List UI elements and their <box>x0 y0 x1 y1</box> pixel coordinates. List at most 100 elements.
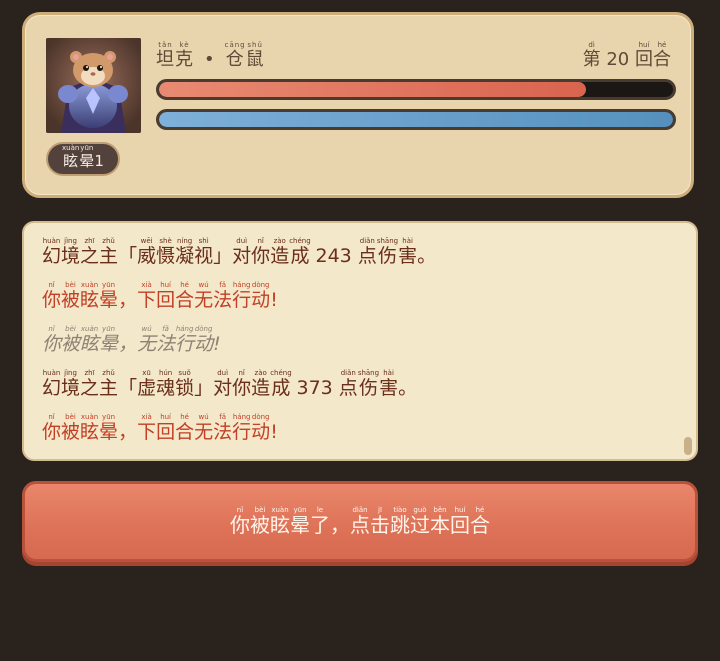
round-prefix: 第dì <box>582 41 601 71</box>
ruby-char: 行háng <box>175 325 195 356</box>
ruby-char: 无wú <box>194 413 214 444</box>
ruby-char: 击jī <box>370 506 390 538</box>
ruby-char: 晕yūn <box>99 325 119 356</box>
text-fragment: ! <box>213 333 221 355</box>
ruby-char: 之zhī <box>80 237 100 268</box>
text-fragment: ， <box>118 421 138 443</box>
ruby-char: 第dì <box>582 41 601 71</box>
ruby-char: 被bèi <box>61 325 81 356</box>
stun-status-label: 眩xuàn晕yūn1 <box>62 144 104 171</box>
mp-bar <box>156 109 676 130</box>
ruby-char: 眩xuàn <box>270 506 290 538</box>
ruby-char: 被bèi <box>61 413 81 444</box>
ruby-char: 克kè <box>175 41 194 71</box>
ruby-char: 造zào <box>251 369 271 400</box>
ruby-char: 回huí <box>450 506 470 538</box>
text-fragment: 。 <box>417 245 437 267</box>
ruby-char: 晕yūn <box>79 144 95 171</box>
ruby-char: 无wú <box>194 281 214 312</box>
ruby-char: 法fǎ <box>213 281 233 312</box>
ruby-char: 跳tiào <box>390 506 410 538</box>
text-fragment: 」 <box>194 377 214 399</box>
ruby-char: 动dòng <box>194 325 214 356</box>
text-fragment: ! <box>270 421 278 443</box>
ruby-char: 点diǎn <box>338 369 358 400</box>
ruby-char: 主zhǔ <box>99 369 119 400</box>
ruby-char: 你nǐ <box>42 413 62 444</box>
ruby-char: 本běn <box>430 506 450 538</box>
round-counter: 第dì 20 回huí合hé <box>583 41 671 71</box>
text-fragment: 243 <box>309 245 358 267</box>
ruby-char: 威wēi <box>137 237 157 268</box>
skip-turn-label: 你nǐ被bèi眩xuàn晕yūn了le，点diǎn击jī跳tiào过guò本bě… <box>25 506 695 538</box>
ruby-char: 眩xuàn <box>62 144 80 171</box>
ruby-char: 被bèi <box>250 506 270 538</box>
ruby-char: 动dòng <box>251 281 271 312</box>
ruby-char: 点diǎn <box>350 506 370 538</box>
stun-status-badge: 眩xuàn晕yūn1 <box>46 142 120 176</box>
log-line: 你nǐ被bèi眩xuàn晕yūn，无wú法fǎ行háng动dòng! <box>42 325 221 356</box>
ruby-char: 幻huàn <box>42 369 62 400</box>
ruby-char: 你nǐ <box>42 325 62 356</box>
ruby-char: 视shì <box>194 237 214 268</box>
ruby-char: 造zào <box>270 237 290 268</box>
text-fragment: ， <box>330 513 350 537</box>
text-fragment: 373 <box>290 377 339 399</box>
skip-turn-button[interactable]: 你nǐ被bèi眩xuàn晕yūn了le，点diǎn击jī跳tiào过guò本bě… <box>22 481 698 562</box>
ruby-char: 合hé <box>470 506 490 538</box>
ruby-char: 害hài <box>398 237 418 268</box>
name-separator: • <box>204 49 216 70</box>
ruby-char: 凝níng <box>175 237 195 268</box>
ruby-char: 回huí <box>635 41 653 71</box>
text-fragment: ， <box>118 333 138 355</box>
ruby-char: 主zhǔ <box>99 237 119 268</box>
ruby-char: 你nǐ <box>230 506 250 538</box>
ruby-char: 动dòng <box>251 413 271 444</box>
ruby-char: 合hé <box>653 41 671 71</box>
ruby-char: 成chéng <box>289 237 311 268</box>
round-number: 20 <box>606 49 630 70</box>
text-fragment: ， <box>118 289 138 311</box>
ruby-char: 你nǐ <box>251 237 271 268</box>
text-fragment: 。 <box>398 377 418 399</box>
log-line: 幻huàn境jìng之zhī主zhǔ「威wēi慑shè凝níng视shì」对du… <box>42 237 437 268</box>
ruby-char: 眩xuàn <box>80 413 100 444</box>
ruby-char: 回huí <box>156 413 176 444</box>
ruby-char: 下xià <box>137 281 157 312</box>
log-line: 幻huàn境jìng之zhī主zhǔ「虚xū魂hún锁suǒ」对duì你nǐ造z… <box>42 369 418 400</box>
ruby-char: 下xià <box>137 413 157 444</box>
ruby-char: 晕yūn <box>99 413 119 444</box>
ruby-char: 晕yūn <box>99 281 119 312</box>
ruby-char: 眩xuàn <box>80 325 100 356</box>
ruby-char: 对duì <box>213 369 233 400</box>
ruby-char: 法fǎ <box>213 413 233 444</box>
ruby-char: 你nǐ <box>232 369 252 400</box>
text-fragment: 1 <box>94 152 104 170</box>
ruby-char: 魂hún <box>156 369 176 400</box>
log-line: 你nǐ被bèi眩xuàn晕yūn，下xià回huí合hé无wú法fǎ行háng动… <box>42 413 278 444</box>
ruby-char: 行háng <box>232 413 252 444</box>
text-fragment: 「 <box>118 377 138 399</box>
ruby-char: 晕yūn <box>290 506 310 538</box>
log-scrollbar[interactable] <box>684 437 692 455</box>
ruby-char: 锁suǒ <box>175 369 195 400</box>
ruby-char: 伤shāng <box>376 237 399 268</box>
mp-fill <box>159 112 673 127</box>
ruby-char: 点diǎn <box>357 237 377 268</box>
text-fragment: 「 <box>118 245 138 267</box>
ruby-char: 回huí <box>156 281 176 312</box>
ruby-char: 过guò <box>410 506 430 538</box>
ruby-char: 对duì <box>232 237 252 268</box>
round-suffix: 回huí合hé <box>635 41 671 71</box>
name-group: 坦tǎn克kè <box>156 41 194 71</box>
ruby-char: 成chéng <box>270 369 292 400</box>
ruby-char: 虚xū <box>137 369 157 400</box>
text-fragment: 」 <box>213 245 233 267</box>
battle-log[interactable]: 幻huàn境jìng之zhī主zhǔ「威wēi慑shè凝níng视shì」对du… <box>22 221 698 461</box>
ruby-char: 被bèi <box>61 281 81 312</box>
ruby-char: 仓cāng <box>224 41 246 71</box>
log-line: 你nǐ被bèi眩xuàn晕yūn，下xià回huí合hé无wú法fǎ行háng动… <box>42 281 278 312</box>
hp-bar <box>156 79 676 100</box>
ruby-char: 境jìng <box>61 237 81 268</box>
ruby-char: 你nǐ <box>42 281 62 312</box>
